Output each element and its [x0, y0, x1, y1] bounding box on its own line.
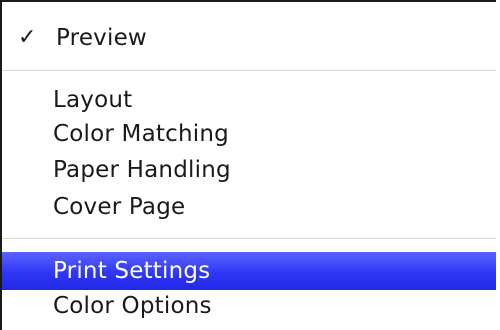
menu-item-label: Color Options [53, 293, 212, 319]
checkmark-icon: ✓ [18, 25, 37, 50]
menu-item-color-matching[interactable]: Color Matching [2, 116, 496, 152]
menu-item-label: Layout [53, 87, 133, 113]
print-options-menu: ✓ Preview Layout Color Matching Paper Ha… [0, 0, 496, 330]
menu-item-color-options[interactable]: Color Options [2, 288, 496, 324]
menu-item-label: Print Settings [53, 258, 211, 284]
menu-item-label: Cover Page [53, 194, 186, 220]
menu-item-preview[interactable]: ✓ Preview [2, 20, 496, 56]
menu-separator [2, 70, 496, 71]
menu-item-cover-page[interactable]: Cover Page [2, 189, 496, 225]
menu-separator [2, 238, 496, 239]
menu-item-label: Paper Handling [53, 157, 231, 183]
menu-item-label: Color Matching [53, 121, 229, 147]
menu-item-layout[interactable]: Layout [2, 82, 496, 118]
menu-item-print-settings[interactable]: Print Settings [2, 252, 496, 290]
menu-item-paper-handling[interactable]: Paper Handling [2, 152, 496, 188]
menu-item-label: Preview [56, 25, 147, 51]
